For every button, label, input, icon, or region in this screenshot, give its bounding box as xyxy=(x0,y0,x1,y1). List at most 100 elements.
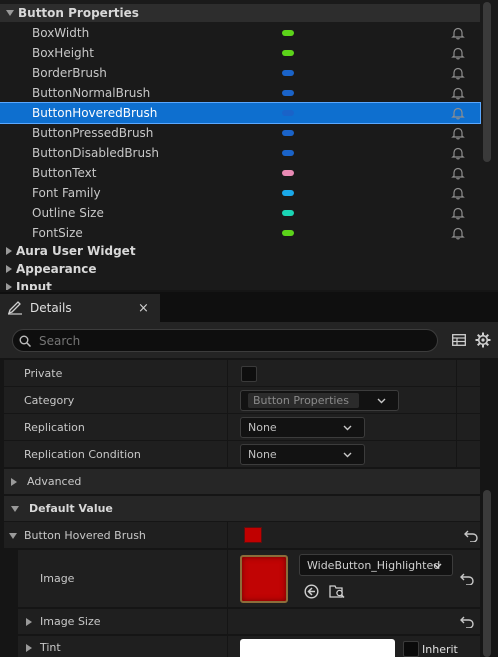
variable-row[interactable]: ButtonDisabledBrush xyxy=(0,143,480,163)
bell-icon[interactable] xyxy=(451,126,465,140)
expand-arrow-icon[interactable] xyxy=(6,283,12,290)
column-divider xyxy=(227,387,228,413)
variable-row[interactable]: ButtonNormalBrush xyxy=(0,83,480,103)
column-divider xyxy=(227,636,228,657)
reset-arrow-icon[interactable] xyxy=(460,573,474,585)
details-scrollbar[interactable] xyxy=(483,490,491,657)
image-asset-dropdown[interactable]: WideButton_Highlighted xyxy=(299,554,453,576)
row-private: Private xyxy=(4,360,480,387)
variable-type-pill xyxy=(282,50,294,56)
default-value-category[interactable]: Default Value xyxy=(4,496,480,521)
section-input[interactable]: Input xyxy=(0,278,52,290)
bell-icon[interactable] xyxy=(451,106,465,120)
inherit-label: Inherit xyxy=(422,643,458,656)
tab-bar: Details × xyxy=(0,292,498,322)
column-divider xyxy=(456,387,457,413)
variable-type-pill xyxy=(282,130,294,136)
row-category: Category Button Properties xyxy=(4,387,480,414)
image-label: Image xyxy=(40,572,75,585)
variable-type-pill xyxy=(282,190,294,196)
column-divider xyxy=(227,550,228,607)
replication-dropdown[interactable]: None xyxy=(240,417,365,438)
expand-arrow-icon[interactable] xyxy=(6,265,12,273)
variable-row[interactable]: Outline Size xyxy=(0,203,480,223)
expand-arrow-icon[interactable] xyxy=(11,477,17,486)
replication-label: Replication xyxy=(24,421,85,434)
bell-icon[interactable] xyxy=(451,166,465,180)
variable-name: Font Family xyxy=(32,186,101,200)
collapse-arrow-icon[interactable] xyxy=(9,533,17,539)
bell-icon[interactable] xyxy=(451,86,465,100)
row-replication-condition: Replication Condition None xyxy=(4,441,480,468)
chevron-down-icon xyxy=(377,398,386,404)
expand-arrow-icon[interactable] xyxy=(6,247,12,255)
variable-name: ButtonPressedBrush xyxy=(32,126,154,140)
bell-icon[interactable] xyxy=(451,146,465,160)
collapse-arrow-icon[interactable] xyxy=(11,505,19,512)
expand-arrow-icon[interactable] xyxy=(26,618,32,626)
variable-row[interactable]: FontSize xyxy=(0,223,480,243)
section-title: Input xyxy=(16,280,52,290)
inherit-checkbox[interactable] xyxy=(403,641,419,657)
tint-color-bar[interactable] xyxy=(240,639,395,657)
section-appearance[interactable]: Appearance xyxy=(0,260,97,278)
bell-icon[interactable] xyxy=(451,66,465,80)
expand-arrow-icon[interactable] xyxy=(26,644,32,652)
brush-color-swatch[interactable] xyxy=(244,527,262,543)
brush-label: Button Hovered Brush xyxy=(24,529,146,542)
collapse-arrow-icon[interactable] xyxy=(6,10,14,16)
variable-row[interactable]: ButtonHoveredBrush xyxy=(0,102,481,124)
chevron-down-icon xyxy=(343,425,352,431)
image-size-label: Image Size xyxy=(40,615,101,628)
row-replication: Replication None xyxy=(4,414,480,441)
variable-name: FontSize xyxy=(32,226,83,240)
variables-scrollbar[interactable] xyxy=(483,2,491,162)
gear-icon[interactable] xyxy=(475,332,491,348)
bell-icon[interactable] xyxy=(451,226,465,240)
variable-type-pill xyxy=(282,90,294,96)
reset-arrow-icon[interactable] xyxy=(460,616,474,628)
variable-row[interactable]: ButtonText xyxy=(0,163,480,183)
section-aura-user-widget[interactable]: Aura User Widget xyxy=(0,242,136,260)
column-divider xyxy=(227,360,228,386)
table-view-icon[interactable] xyxy=(452,334,466,346)
bell-icon[interactable] xyxy=(451,206,465,220)
bell-icon[interactable] xyxy=(451,186,465,200)
replication-value: None xyxy=(248,421,277,434)
variable-type-pill xyxy=(282,110,294,116)
search-input[interactable] xyxy=(12,329,438,352)
replication-condition-dropdown[interactable]: None xyxy=(240,444,365,465)
variable-name: Outline Size xyxy=(32,206,104,220)
bell-icon[interactable] xyxy=(451,26,465,40)
variable-type-pill xyxy=(282,230,294,236)
row-image: Image WideButton_Highlighted xyxy=(18,550,480,608)
variables-panel: Button Properties BoxWidth BoxHeight Borde… xyxy=(0,0,498,290)
reset-arrow-icon[interactable] xyxy=(464,530,478,542)
browse-asset-icon[interactable] xyxy=(329,583,345,599)
image-thumbnail[interactable] xyxy=(240,555,288,603)
variable-row[interactable]: BorderBrush xyxy=(0,63,480,83)
advanced-category[interactable]: Advanced xyxy=(4,469,480,494)
tab-details[interactable]: Details × xyxy=(0,294,160,322)
private-checkbox[interactable] xyxy=(241,366,257,382)
section-title: Button Properties xyxy=(18,6,139,20)
column-divider xyxy=(456,360,457,386)
variable-name: ButtonHoveredBrush xyxy=(32,106,158,120)
variable-row[interactable]: Font Family xyxy=(0,183,480,203)
use-selected-asset-icon[interactable] xyxy=(304,584,319,599)
row-tint: Tint Inherit xyxy=(18,636,480,657)
category-label: Category xyxy=(24,394,75,407)
category-dropdown[interactable]: Button Properties xyxy=(240,390,399,411)
close-icon[interactable]: × xyxy=(138,301,149,316)
bell-icon[interactable] xyxy=(451,46,465,60)
variable-row[interactable]: ButtonPressedBrush xyxy=(0,123,480,143)
variable-type-pill xyxy=(282,30,294,36)
category-value: Button Properties xyxy=(248,393,359,408)
column-divider xyxy=(456,414,457,440)
section-button-properties[interactable]: Button Properties xyxy=(0,4,480,22)
variable-type-pill xyxy=(282,150,294,156)
pencil-icon xyxy=(7,301,22,315)
variable-row[interactable]: BoxWidth xyxy=(0,23,480,43)
variable-row[interactable]: BoxHeight xyxy=(0,43,480,63)
variable-name: BorderBrush xyxy=(32,66,107,80)
